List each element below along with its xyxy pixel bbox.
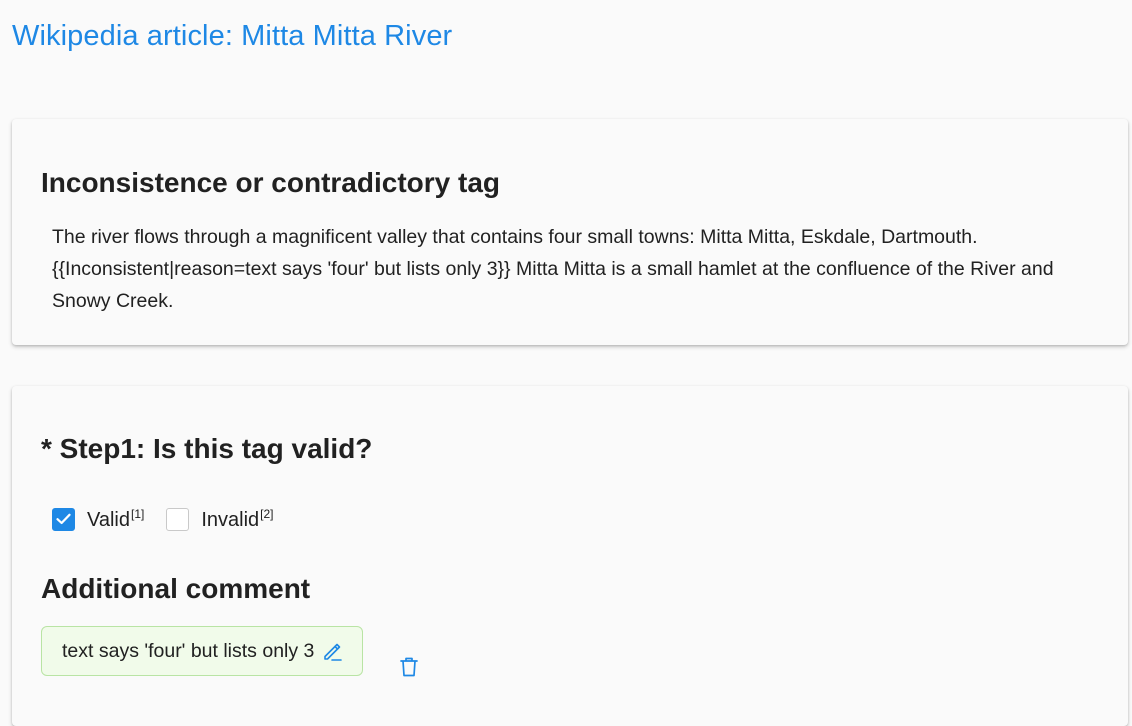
validity-options: Valid[1] Invalid[2] — [52, 506, 296, 532]
tag-title: Inconsistence or contradictory tag — [41, 167, 500, 198]
invalid-label: Invalid — [201, 508, 260, 531]
valid-shortcut: [1] — [131, 506, 145, 521]
trash-icon[interactable] — [399, 656, 419, 678]
comment-chip[interactable]: text says 'four' but lists only 3 — [41, 626, 364, 676]
checkmark-icon — [56, 513, 71, 525]
valid-checkbox[interactable] — [52, 507, 75, 531]
step-card: * Step1: Is this tag valid? Valid[1] Inv… — [12, 386, 1128, 726]
option-invalid[interactable]: Invalid[2] — [166, 506, 274, 532]
option-valid[interactable]: Valid[1] — [52, 507, 144, 532]
invalid-checkbox[interactable] — [166, 507, 190, 531]
pencil-icon[interactable] — [322, 641, 343, 661]
tag-card: Inconsistence or contradictory tag The r… — [12, 119, 1128, 345]
page-title: Wikipedia article: Mitta Mitta River — [12, 20, 453, 52]
comment-title: Additional comment — [41, 573, 311, 604]
article-passage: The river flows through a magnificent va… — [52, 226, 1054, 312]
invalid-shortcut: [2] — [260, 506, 274, 521]
valid-label: Valid — [87, 508, 130, 531]
step-title: * Step1: Is this tag valid? — [41, 433, 373, 464]
comment-text: text says 'four' but lists only 3 — [62, 639, 315, 662]
